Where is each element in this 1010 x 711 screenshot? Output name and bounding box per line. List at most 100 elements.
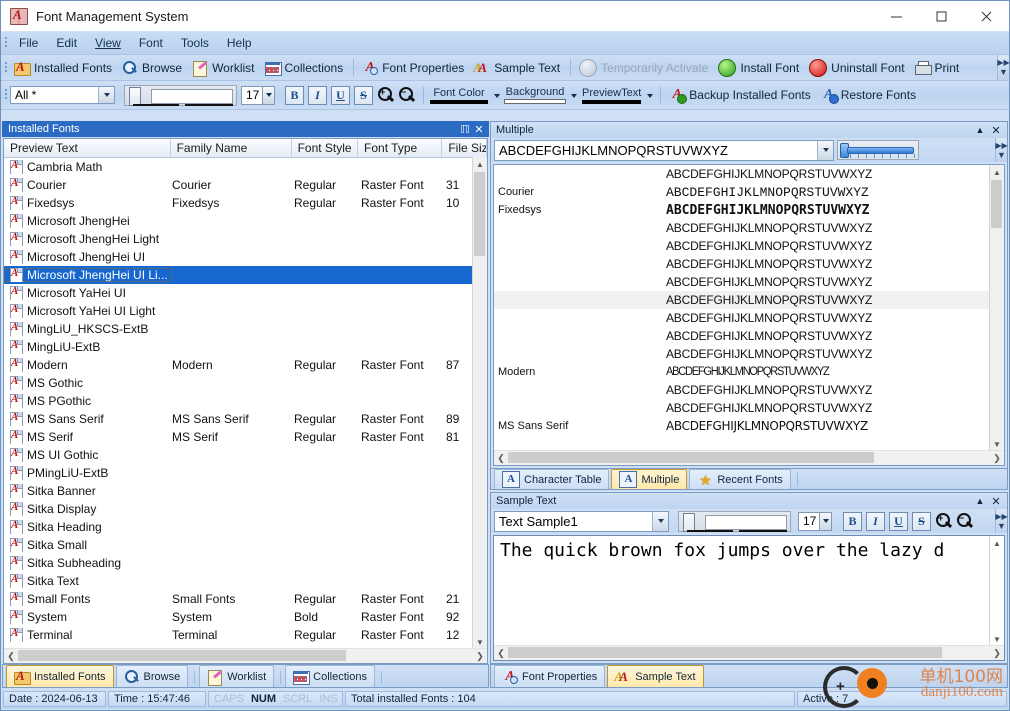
- preview-text-button[interactable]: PreviewText: [580, 87, 643, 104]
- list-item[interactable]: ABCDEFGHIJKLMNOPQRSTUVWXYZ: [494, 399, 1004, 417]
- scroll-down-icon[interactable]: ▼: [990, 632, 1004, 646]
- table-row[interactable]: A MS Serif MS Serif Regular Raster Font 81: [4, 428, 487, 446]
- bold-button[interactable]: B: [285, 85, 304, 105]
- chevron-down-icon[interactable]: [262, 86, 274, 104]
- toolbar-sample-text[interactable]: AA Sample Text: [470, 59, 566, 77]
- table-row[interactable]: A Sitka Banner: [4, 482, 487, 500]
- list-item[interactable]: ABCDEFGHIJKLMNOPQRSTUVWXYZ: [494, 165, 1004, 183]
- font-size-spinner[interactable]: 17: [241, 85, 275, 105]
- chevron-up-icon[interactable]: ▲: [972, 496, 988, 506]
- font-color-button[interactable]: Font Color: [428, 87, 490, 104]
- italic-button[interactable]: I: [308, 85, 327, 105]
- bottom-tab-sample-text[interactable]: AA Sample Text: [607, 665, 704, 687]
- column-preview-text[interactable]: Preview Text: [4, 139, 171, 157]
- chevron-down-icon[interactable]: [567, 86, 580, 104]
- sample-text-content[interactable]: The quick brown fox jumps over the lazy …: [494, 536, 1004, 565]
- list-item[interactable]: Courier ABCDEFGHIJKLMNOPQRSTUVWXYZ: [494, 183, 1004, 201]
- chevron-down-icon[interactable]: [817, 140, 833, 160]
- bottom-tab-browse[interactable]: Browse: [115, 665, 189, 687]
- font-list-horizontal-scrollbar[interactable]: ❮ ❯: [4, 648, 487, 663]
- bottom-tab-font-properties[interactable]: A Font Properties: [494, 665, 606, 687]
- font-list-rows[interactable]: A Cambria Math A Courier Courier Regular Raste…: [4, 158, 487, 648]
- close-icon[interactable]: ✕: [472, 123, 486, 136]
- font-filter-combo[interactable]: All *: [10, 86, 115, 104]
- table-row[interactable]: A Courier Courier Regular Raster Font 31: [4, 176, 487, 194]
- background-color-button[interactable]: Background: [503, 86, 567, 104]
- table-row[interactable]: A Microsoft JhengHei: [4, 212, 487, 230]
- scroll-up-icon[interactable]: ▲: [990, 165, 1004, 179]
- table-row[interactable]: A MingLiU_HKSCS-ExtB: [4, 320, 487, 338]
- list-item[interactable]: ABCDEFGHIJKLMNOPQRSTUVWXYZ: [494, 219, 1004, 237]
- sample-horizontal-scrollbar[interactable]: ❮ ❯: [494, 645, 1004, 660]
- chevron-down-icon[interactable]: [490, 86, 503, 104]
- column-font-style[interactable]: Font Style: [292, 139, 359, 157]
- menu-grip[interactable]: [1, 32, 10, 54]
- menu-tools[interactable]: Tools: [172, 34, 218, 52]
- toolbar-collections[interactable]: Collections: [261, 59, 350, 77]
- list-item[interactable]: ABCDEFGHIJKLMNOPQRSTUVWXYZ: [494, 237, 1004, 255]
- menu-view[interactable]: View: [86, 34, 130, 52]
- chevron-down-icon[interactable]: [98, 87, 114, 103]
- chevron-down-icon[interactable]: [819, 512, 831, 530]
- underline-button[interactable]: U: [889, 511, 908, 531]
- scrollbar-thumb[interactable]: [508, 647, 942, 658]
- tab-multiple[interactable]: A Multiple: [611, 469, 688, 489]
- list-item[interactable]: ABCDEFGHIJKLMNOPQRSTUVWXYZ: [494, 327, 1004, 345]
- bottom-tab-installed-fonts[interactable]: A Installed Fonts: [6, 665, 114, 687]
- table-row[interactable]: A Sitka Display: [4, 500, 487, 518]
- italic-button[interactable]: I: [866, 511, 885, 531]
- size-slider[interactable]: [124, 84, 237, 106]
- column-family-name[interactable]: Family Name: [171, 139, 292, 157]
- close-icon[interactable]: ✕: [988, 495, 1004, 508]
- maximize-button[interactable]: [919, 1, 964, 31]
- preview-size-slider[interactable]: [837, 140, 919, 160]
- table-row[interactable]: A Microsoft YaHei UI Light: [4, 302, 487, 320]
- font-list-vertical-scrollbar[interactable]: ▲ ▼: [472, 157, 487, 649]
- scroll-right-icon[interactable]: ❯: [473, 651, 487, 662]
- sample-size-slider[interactable]: [678, 510, 791, 532]
- list-item[interactable]: ABCDEFGHIJKLMNOPQRSTUVWXYZ: [494, 381, 1004, 399]
- hscroll-track[interactable]: [508, 451, 990, 465]
- list-item[interactable]: ABCDEFGHIJKLMNOPQRSTUVWXYZ: [494, 345, 1004, 363]
- scroll-left-icon[interactable]: ❮: [494, 648, 508, 659]
- toolbar-backup-installed-fonts[interactable]: A Backup Installed Fonts: [665, 86, 816, 104]
- scroll-right-icon[interactable]: ❯: [990, 453, 1004, 464]
- bottom-tab-collections[interactable]: Collections: [285, 665, 375, 687]
- list-item[interactable]: Fixedsys ABCDEFGHIJKLMNOPQRSTUVWXYZ: [494, 201, 1004, 219]
- multiple-toolbar-overflow-button[interactable]: ▶▶ ▼: [995, 138, 1008, 162]
- zoom-out-icon[interactable]: −: [398, 87, 416, 103]
- sample-toolbar-overflow-button[interactable]: ▶▶ ▼: [995, 509, 1008, 533]
- list-item[interactable]: ABCDEFGHIJKLMNOPQRSTUVWXYZ: [494, 291, 1004, 309]
- preview-text-combo[interactable]: ABCDEFGHIJKLMNOPQRSTUVWXYZ: [494, 139, 834, 161]
- multiple-vertical-scrollbar[interactable]: ▲ ▼: [989, 165, 1004, 451]
- bold-button[interactable]: B: [843, 511, 862, 531]
- table-row[interactable]: A MingLiU-ExtB: [4, 338, 487, 356]
- menu-help[interactable]: Help: [218, 34, 261, 52]
- sample-select-combo[interactable]: Text Sample1: [494, 510, 669, 532]
- toolbar-temporarily-activate[interactable]: Temporarily Activate: [575, 58, 714, 78]
- scroll-up-icon[interactable]: ▲: [473, 157, 487, 171]
- toolbar-install-font[interactable]: Install Font: [714, 58, 805, 78]
- table-row[interactable]: A Fixedsys Fixedsys Regular Raster Font 10: [4, 194, 487, 212]
- strikethrough-button[interactable]: S: [912, 511, 931, 531]
- toolbar-grip[interactable]: [1, 81, 10, 109]
- sample-size-spinner[interactable]: 17: [798, 511, 832, 531]
- toolbar-installed-fonts[interactable]: A Installed Fonts: [10, 59, 118, 77]
- chevron-up-icon[interactable]: ▲: [972, 125, 988, 135]
- toolbar-uninstall-font[interactable]: Uninstall Font: [805, 58, 910, 78]
- multiple-rows[interactable]: ABCDEFGHIJKLMNOPQRSTUVWXYZ Courier ABCDEFG…: [494, 165, 1004, 450]
- multiple-preview-grid[interactable]: ABCDEFGHIJKLMNOPQRSTUVWXYZ Courier ABCDEFG…: [493, 164, 1005, 466]
- sample-text-editor[interactable]: The quick brown fox jumps over the lazy …: [493, 535, 1005, 661]
- multiple-horizontal-scrollbar[interactable]: ❮ ❯: [494, 450, 1004, 465]
- table-row[interactable]: A Modern Modern Regular Raster Font 87: [4, 356, 487, 374]
- tab-recent-fonts[interactable]: ★ Recent Fonts: [689, 469, 791, 489]
- tab-character-table[interactable]: A Character Table: [494, 469, 610, 489]
- table-row[interactable]: A Terminal Terminal Regular Raster Font 12: [4, 626, 487, 644]
- toolbar-browse[interactable]: Browse: [118, 59, 188, 77]
- sample-vertical-scrollbar[interactable]: ▲ ▼: [989, 536, 1004, 646]
- table-row[interactable]: A Sitka Text: [4, 572, 487, 590]
- table-row[interactable]: A Cambria Math: [4, 158, 487, 176]
- scrollbar-thumb[interactable]: [991, 180, 1002, 228]
- toolbar-grip[interactable]: [1, 57, 10, 79]
- column-file-size[interactable]: File Siz: [442, 139, 487, 157]
